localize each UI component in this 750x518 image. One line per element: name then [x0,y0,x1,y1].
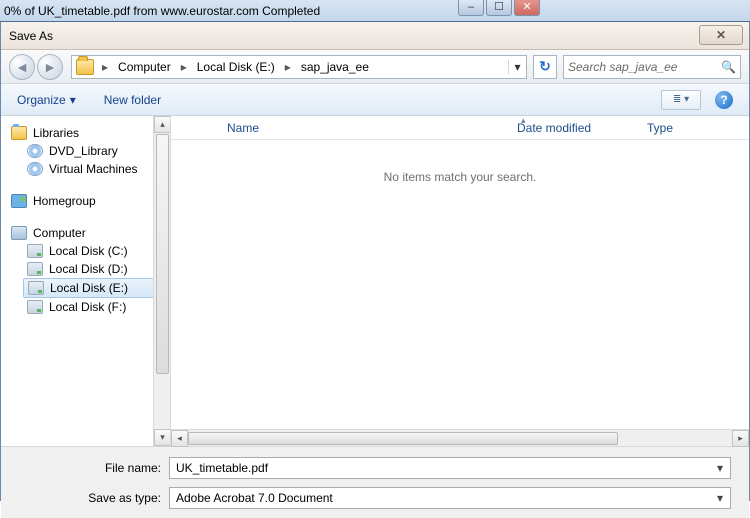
column-name[interactable]: Name [227,121,517,135]
tree-item-drive-d[interactable]: Local Disk (D:) [11,260,166,278]
drive-icon [28,281,44,295]
tree-computer[interactable]: Computer [11,224,166,242]
breadcrumb-dropdown[interactable]: ▾ [508,60,526,74]
horizontal-scrollbar[interactable]: ◂ ▸ [171,429,749,446]
view-options[interactable]: ≣ ▾ [661,90,701,110]
refresh-button[interactable]: ↻ [533,55,557,79]
drive-icon [27,244,43,258]
maximize-button[interactable]: ☐ [486,0,512,16]
folder-icon [76,59,94,75]
save-as-type-value: Adobe Acrobat 7.0 Document [176,491,333,505]
new-folder-label: New folder [104,93,161,107]
nav-buttons: ◄ ► [9,54,65,80]
libraries-icon [11,126,27,140]
close-button[interactable]: ✕ [514,0,540,16]
scroll-thumb[interactable] [156,134,169,374]
homegroup-icon [11,194,27,208]
filename-value: UK_timetable.pdf [176,461,268,475]
column-headers: Name Date modified Type [171,116,749,140]
tree-label: DVD_Library [49,144,118,158]
chevron-down-icon: ▾ [70,93,76,107]
back-button[interactable]: ◄ [9,54,35,80]
new-folder-button[interactable]: New folder [104,93,161,107]
background-window-title: 0% of UK_timetable.pdf from www.eurostar… [4,4,320,18]
tree-label: Local Disk (C:) [49,244,128,258]
scroll-right-button[interactable]: ▸ [732,430,749,447]
tree-item-drive-c[interactable]: Local Disk (C:) [11,242,166,260]
background-window-titlebar: 0% of UK_timetable.pdf from www.eurostar… [0,0,750,22]
sort-indicator-icon: ▴ [521,115,526,126]
tree-libraries[interactable]: Libraries [11,124,166,142]
tree-label: Virtual Machines [49,162,138,176]
scroll-left-button[interactable]: ◂ [171,430,188,447]
column-type[interactable]: Type [647,121,713,135]
organize-label: Organize [17,93,66,107]
drive-icon [27,300,43,314]
col-label: Name [227,121,259,135]
scroll-track[interactable] [188,430,732,446]
search-icon[interactable]: 🔍 [721,60,736,74]
dialog-body: Libraries DVD_Library Virtual Machines H… [1,116,749,446]
save-as-type-select[interactable]: Adobe Acrobat 7.0 Document ▾ [169,487,731,509]
tree-label: Local Disk (F:) [49,300,126,314]
tree-item-virtual-machines[interactable]: Virtual Machines [11,160,166,178]
tree-item-drive-f[interactable]: Local Disk (F:) [11,298,166,316]
tree-label: Local Disk (E:) [50,281,128,295]
disc-icon [27,144,43,158]
tree-homegroup[interactable]: Homegroup [11,192,166,210]
breadcrumb-segment[interactable]: Computer [114,58,175,76]
scroll-thumb[interactable] [188,432,618,445]
tree-scrollbar[interactable]: ▴ ▾ [153,116,170,446]
scroll-up-button[interactable]: ▴ [154,116,171,133]
save-as-dialog: Save As ✕ ◄ ► ▸ Computer ▸ Local Disk (E… [0,22,750,501]
drive-icon [27,262,43,276]
empty-text: No items match your search. [384,170,537,184]
tree-label: Libraries [33,126,79,140]
dialog-close-button[interactable]: ✕ [699,25,743,45]
background-window-buttons: – ☐ ✕ [458,0,540,16]
scroll-down-button[interactable]: ▾ [154,429,171,446]
forward-button[interactable]: ► [37,54,63,80]
tree-item-drive-e[interactable]: Local Disk (E:) [23,278,166,298]
organize-menu[interactable]: Organize ▾ [17,93,76,107]
chevron-down-icon[interactable]: ▾ [712,460,728,476]
minimize-button[interactable]: – [458,0,484,16]
tree-item-dvd-library[interactable]: DVD_Library [11,142,166,160]
column-date[interactable]: Date modified [517,121,647,135]
toolbar: Organize ▾ New folder ≣ ▾ ? [1,84,749,116]
chevron-right-icon[interactable]: ▸ [98,60,112,74]
chevron-down-icon[interactable]: ▾ [712,490,728,506]
save-fields: File name: UK_timetable.pdf ▾ Save as ty… [1,446,749,518]
filename-input[interactable]: UK_timetable.pdf ▾ [169,457,731,479]
navigation-tree: Libraries DVD_Library Virtual Machines H… [1,116,171,446]
search-placeholder: Search sap_java_ee [568,60,677,74]
tree-label: Computer [33,226,86,240]
save-as-type-label: Save as type: [19,491,169,505]
dialog-title: Save As [9,29,53,43]
breadcrumb-segment[interactable]: sap_java_ee [297,58,373,76]
tree-label: Local Disk (D:) [49,262,128,276]
file-list: ▴ Name Date modified Type No items match… [171,116,749,446]
filename-label: File name: [19,461,169,475]
navigation-row: ◄ ► ▸ Computer ▸ Local Disk (E:) ▸ sap_j… [1,50,749,84]
tree-label: Homegroup [33,194,96,208]
breadcrumb-segment[interactable]: Local Disk (E:) [193,58,279,76]
col-label: Date modified [517,121,591,135]
disc-icon [27,162,43,176]
dialog-titlebar: Save As ✕ [1,22,749,50]
col-label: Type [647,121,673,135]
computer-icon [11,226,27,240]
chevron-right-icon[interactable]: ▸ [177,60,191,74]
breadcrumb-bar[interactable]: ▸ Computer ▸ Local Disk (E:) ▸ sap_java_… [71,55,527,79]
empty-message: No items match your search. [171,140,749,429]
search-input[interactable]: Search sap_java_ee 🔍 [563,55,741,79]
help-button[interactable]: ? [715,91,733,109]
chevron-right-icon[interactable]: ▸ [281,60,295,74]
